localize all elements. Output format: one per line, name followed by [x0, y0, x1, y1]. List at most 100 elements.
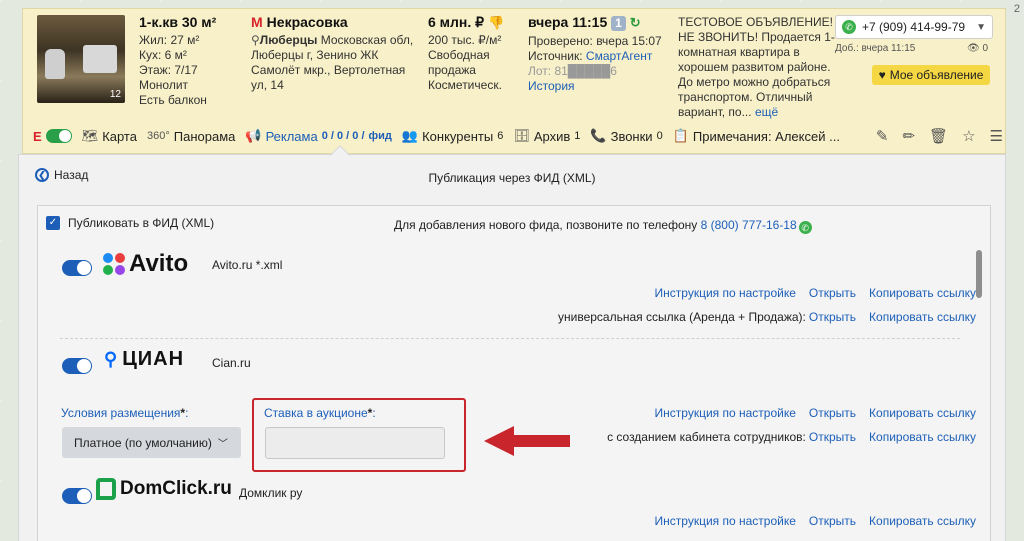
cian-toggle[interactable] — [62, 358, 92, 374]
price-per-m: 200 тыс. ₽/м² — [428, 33, 502, 47]
tab-notes[interactable]: 📋 Примечания: Алексей ... — [673, 128, 840, 144]
pencil-icon[interactable]: ✏ — [902, 127, 915, 145]
cian-copy-link[interactable]: Копировать ссылку — [869, 406, 976, 420]
date-count-badge[interactable]: 1 — [611, 16, 626, 31]
cian-staff-open-link[interactable]: Открыть — [809, 430, 856, 444]
domclick-instruction-link[interactable]: Инструкция по настройке — [655, 514, 796, 528]
views-count: 0 — [982, 43, 989, 54]
avito-desc: Avito.ru *.xml — [212, 258, 283, 272]
avito-copy-link[interactable]: Копировать ссылку — [869, 286, 976, 300]
more-link[interactable]: ещё — [755, 105, 778, 119]
whatsapp-icon: ✆ — [842, 20, 856, 34]
publish-checkbox[interactable]: ✓ — [46, 216, 60, 230]
tab-panorama[interactable]: 360° Панорама — [147, 129, 235, 144]
map-icon: 🗺 — [81, 128, 99, 143]
megaphone-icon: 📢 — [245, 128, 262, 143]
listing-summary: 1-к.кв 30 м² Жил: 27 м² Кух: 6 м² Этаж: … — [139, 15, 244, 108]
cian-links-row1: Инструкция по настройке Открыть Копирова… — [655, 406, 976, 420]
menu-icon[interactable]: ☰ — [990, 127, 1003, 145]
scrollbar-thumb[interactable] — [976, 250, 982, 298]
hint-phone-link[interactable]: 8 (800) 777-16-18 — [701, 218, 797, 232]
price: 6 млн. ₽ — [428, 14, 485, 30]
domclick-toggle[interactable] — [62, 488, 92, 504]
cian-open-link[interactable]: Открыть — [809, 406, 856, 420]
avito-open-link[interactable]: Открыть — [809, 286, 856, 300]
cian-instruction-link[interactable]: Инструкция по настройке — [655, 406, 796, 420]
e-icon: E — [33, 128, 42, 144]
conditions-label: Условия размещения*: — [61, 406, 189, 420]
cian-staff-copy-link[interactable]: Копировать ссылку — [869, 430, 976, 444]
added-time: Доб.: вчера 11:15 — [835, 43, 916, 54]
listing-price: 6 млн. ₽ 👎 200 тыс. ₽/м² Свободная прода… — [428, 15, 523, 93]
metro-icon: M — [251, 14, 263, 30]
avito-links-row2: универсальная ссылка (Аренда + Продажа):… — [558, 310, 976, 324]
metro-station: Некрасовка — [266, 14, 348, 30]
bid-input[interactable] — [265, 427, 445, 459]
heart-icon: ♥ — [878, 68, 886, 82]
panorama-icon: 360° — [146, 130, 170, 142]
toolbar-actions: ✎ ✏ 🗑 ☆ ☰ — [876, 127, 1003, 145]
history-link[interactable]: История — [528, 79, 678, 94]
edit-icon[interactable]: ✎ — [876, 127, 889, 145]
cian-desc: Cian.ru — [212, 356, 251, 370]
sale-type: Свободная продажа — [428, 48, 490, 77]
whatsapp-icon: ✆ — [798, 221, 812, 234]
users-icon: 👥 — [401, 128, 419, 143]
tab-notes-label: Примечания: Алексей ... — [692, 128, 840, 144]
detail-living: Жил: 27 м² — [139, 33, 200, 47]
feed-list: ✓ Публиковать в ФИД (XML) Для добавления… — [37, 205, 991, 541]
avito-instruction-link[interactable]: Инструкция по настройке — [655, 286, 796, 300]
archive-count: 1 — [574, 130, 581, 142]
tab-reklama-label: Реклама — [265, 128, 318, 144]
tab-calls-label: Звонки — [610, 128, 653, 144]
active-toggle[interactable] — [45, 129, 72, 143]
address-city: Люберцы — [259, 33, 318, 47]
domclick-copy-link[interactable]: Копировать ссылку — [869, 514, 976, 528]
thumb-down-icon[interactable]: 👎 — [488, 15, 504, 30]
reklama-feed: фид — [368, 130, 392, 142]
phone-dropdown[interactable]: ✆ +7 (909) 414-99-79 ▼ — [835, 15, 993, 39]
avito-links-row1: Инструкция по настройке Открыть Копирова… — [655, 286, 976, 300]
listing-toolbar: E 🗺 Карта 360° Панорама 📢 Реклама 0 / 0 … — [33, 125, 1003, 147]
my-ad-button[interactable]: ♥ Мое объявление — [872, 65, 990, 85]
avito-logo: Avito — [103, 250, 188, 278]
lot-number: Лот: 81█████6 — [528, 64, 617, 78]
competitors-count: 6 — [497, 130, 504, 142]
domclick-open-link[interactable]: Открыть — [809, 514, 856, 528]
tab-competitors-label: Конкуренты — [422, 128, 494, 144]
refresh-icon[interactable]: ↻ — [630, 15, 641, 30]
pin-icon: ⚲ — [251, 33, 260, 47]
avito-universal-label: универсальная ссылка (Аренда + Продажа): — [558, 310, 806, 324]
cian-links-row2: с созданием кабинета сотрудников: Открыт… — [607, 430, 976, 444]
toolbar-toggle[interactable]: E — [33, 129, 72, 144]
cian-staff-label: с созданием кабинета сотрудников: — [607, 430, 806, 444]
cian-logo-text: ЦИАН — [122, 348, 185, 370]
avito-toggle[interactable] — [62, 260, 92, 276]
listing-photo[interactable]: 12 — [37, 15, 125, 103]
tab-map[interactable]: 🗺 Карта — [82, 128, 137, 144]
conditions-select[interactable]: Платное (по умолчанию) ﹀ — [62, 427, 241, 458]
conditions-value: Платное (по умолчанию) — [74, 435, 212, 450]
domclick-links-row1: Инструкция по настройке Открыть Копирова… — [655, 514, 976, 528]
source-link[interactable]: СмартАгент — [586, 49, 652, 63]
add-feed-hint: Для добавления нового фида, позвоните по… — [394, 218, 812, 234]
delete-icon[interactable]: 🗑 — [929, 127, 948, 145]
domclick-desc: Домклик ру — [239, 486, 303, 500]
publish-checkbox-label: Публиковать в ФИД (XML) — [68, 216, 215, 230]
tab-calls[interactable]: 📞 Звонки 0 — [590, 128, 662, 144]
phone-number: +7 (909) 414-99-79 — [862, 20, 966, 34]
domclick-logo: DomClick.ru — [96, 478, 232, 500]
listing-date: вчера 11:15 — [528, 14, 608, 30]
cian-logo-icon: ⚲ — [104, 349, 119, 369]
tab-reklama[interactable]: 📢 Реклама 0 / 0 / 0 / фид — [245, 128, 392, 144]
tab-competitors[interactable]: 👥 Конкуренты 6 — [402, 128, 503, 144]
tab-archive[interactable]: 🗄 Архив 1 — [513, 128, 580, 144]
bid-label: Ставка в аукционе*: — [264, 406, 376, 420]
archive-icon: 🗄 — [513, 128, 530, 143]
listing-location: M Некрасовка ⚲Люберцы Московская обл, Люб… — [251, 15, 416, 93]
avito-universal-open-link[interactable]: Открыть — [809, 310, 856, 324]
star-icon[interactable]: ☆ — [962, 127, 975, 145]
calls-count: 0 — [656, 130, 663, 142]
publish-checkbox-row[interactable]: ✓ Публиковать в ФИД (XML) — [46, 216, 214, 230]
avito-universal-copy-link[interactable]: Копировать ссылку — [869, 310, 976, 324]
